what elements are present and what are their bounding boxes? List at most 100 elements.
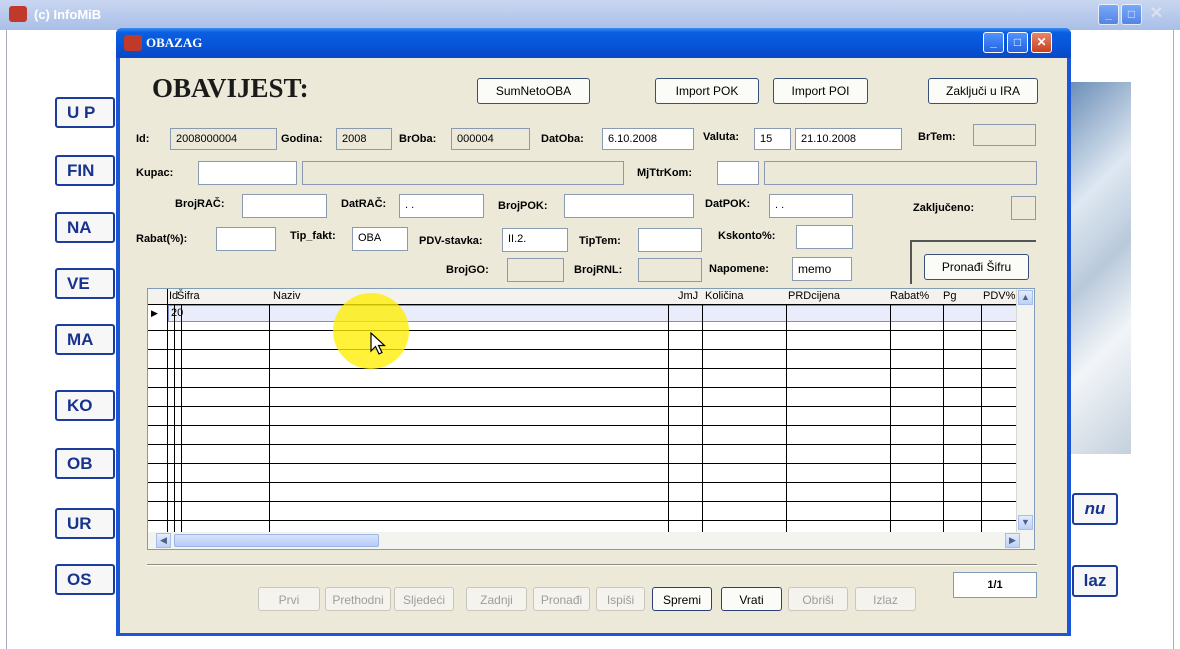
col-divider [981,304,982,532]
menu-button-8[interactable]: UR [55,508,115,539]
zakljuceno-label: Zaključeno: [913,202,975,214]
obrisi-button[interactable]: Obriši [788,587,848,611]
col-divider [269,304,270,532]
godina-label: Godina: [281,133,323,145]
pronadi-sifru-button[interactable]: Pronađi Šifru [924,254,1029,280]
zadnji-button[interactable]: Zadnji [466,587,527,611]
izlaz-button[interactable]: Izlaz [855,587,916,611]
prethodni-button[interactable]: Prethodni [325,587,391,611]
valuta-field[interactable]: 15 [754,128,791,150]
row-divider [148,406,1018,407]
col-divider [702,304,703,532]
col-rabat[interactable]: Rabat% [890,290,929,302]
bg-close-icon[interactable]: ✕ [1146,4,1167,25]
kupac-label: Kupac: [136,167,174,179]
id-label: Id: [136,133,150,145]
valuta-date-field[interactable]: 21.10.2008 [795,128,902,150]
bg-minimize-icon[interactable]: _ [1098,4,1119,25]
vrati-button[interactable]: Vrati [721,587,782,611]
scroll-down-icon[interactable]: ▼ [1018,515,1033,530]
maximize-icon[interactable]: □ [1007,32,1028,53]
datoba-field[interactable]: 6.10.2008 [602,128,694,150]
kupac-field[interactable] [198,161,297,185]
mjttrkom-field[interactable] [717,161,759,185]
pdv-stavka-field[interactable]: II.2. [502,228,568,252]
grid-vertical-scrollbar[interactable]: ▲ ▼ [1016,289,1034,532]
app-icon [9,6,27,22]
menu-button-1[interactable]: U P [55,97,115,128]
menu-button-4[interactable]: VE [55,268,115,299]
napomene-field[interactable]: memo [792,257,852,281]
background-window-title: (c) InfoMiB [34,7,102,22]
scroll-left-icon[interactable]: ◀ [156,533,171,548]
menu-button-5[interactable]: MA [55,324,115,355]
scroll-thumb[interactable] [174,534,379,547]
col-sifra[interactable]: Šifra [177,290,200,302]
menu-button-2[interactable]: FIN [55,155,115,186]
row-divider [148,330,1018,331]
minimize-icon[interactable]: _ [983,32,1004,53]
menu-button-9[interactable]: OS [55,564,115,595]
spremi-button[interactable]: Spremi [652,587,712,611]
zakljuci-button[interactable]: Zaključi u IRA [928,78,1038,104]
broba-label: BrOba: [399,133,437,145]
grid-selected-row[interactable] [168,305,1019,322]
page-title: OBAVIJEST: [152,73,309,103]
tip-fakt-label: Tip_fakt: [290,230,336,242]
datrac-field[interactable]: . . [399,194,484,218]
row-divider [148,463,1018,464]
ispisi-button[interactable]: Ispiši [596,587,645,611]
col-divider [167,289,168,532]
right-button-izlaz[interactable]: laz [1072,565,1118,597]
sumneto-button[interactable]: SumNetoOBA [477,78,590,104]
dialog-titlebar: OBAZAG _ □ ✕ [116,28,1071,58]
separator-highlight [147,565,1037,566]
pronadi-button[interactable]: Pronađi [533,587,590,611]
brojgo-field[interactable] [507,258,564,282]
row-divider [148,482,1018,483]
id-field[interactable]: 2008000004 [170,128,277,150]
scroll-up-icon[interactable]: ▲ [1018,290,1033,305]
tip-fakt-field[interactable]: OBA [352,227,408,251]
brtem-field[interactable] [973,124,1036,146]
col-divider [668,304,669,532]
import-poi-button[interactable]: Import POI [773,78,868,104]
scroll-right-icon[interactable]: ▶ [1005,533,1020,548]
import-pok-button[interactable]: Import POK [655,78,759,104]
brojpok-field[interactable] [564,194,694,218]
row-divider [148,501,1018,502]
kskonto-label: Kskonto%: [718,230,776,242]
godina-field[interactable]: 2008 [336,128,392,150]
zakljuceno-checkbox[interactable] [1011,196,1036,220]
mouse-pointer-icon [370,332,387,355]
col-naziv[interactable]: Naziv [273,290,301,302]
rabat-field[interactable] [216,227,276,251]
brojrac-field[interactable] [242,194,327,218]
items-grid[interactable]: Id Šifra Naziv JmJ Količina PRDcijena Ra… [147,288,1035,550]
menu-button-6[interactable]: KO [55,390,115,421]
col-kolicina[interactable]: Količina [705,290,744,302]
tiptem-label: TipTem: [579,235,621,247]
col-prdcijena[interactable]: PRDcijena [788,290,840,302]
row-divider [148,520,1018,521]
grid-horizontal-scrollbar[interactable]: ◀ ▶ [148,532,1034,549]
col-pdv[interactable]: PDV% [983,290,1015,302]
rabat-label: Rabat(%): [136,233,188,245]
kskonto-field[interactable] [796,225,853,249]
right-button-menu[interactable]: nu [1072,493,1118,525]
menu-button-3[interactable]: NA [55,212,115,243]
datpok-field[interactable]: . . [769,194,853,218]
kupac-name-field [302,161,624,185]
sljedeci-button[interactable]: Sljedeći [394,587,454,611]
close-icon[interactable]: ✕ [1031,32,1052,53]
col-jmj[interactable]: JmJ [678,290,698,302]
col-pg[interactable]: Pg [943,290,956,302]
datpok-label: DatPOK: [705,198,751,210]
prvi-button[interactable]: Prvi [258,587,320,611]
bg-maximize-icon[interactable]: □ [1121,4,1142,25]
brojrnl-field[interactable] [638,258,702,282]
menu-button-7[interactable]: OB [55,448,115,479]
broba-field[interactable]: 000004 [451,128,530,150]
col-divider [890,304,891,532]
tiptem-field[interactable] [638,228,702,252]
